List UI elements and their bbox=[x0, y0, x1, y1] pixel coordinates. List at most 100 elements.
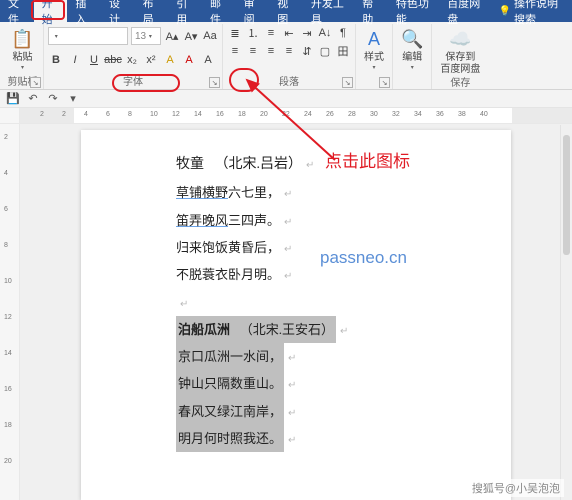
font-color-button[interactable]: A bbox=[181, 52, 197, 68]
ruler-tick: 22 bbox=[282, 111, 290, 118]
ruler-tick: 18 bbox=[238, 111, 246, 118]
bullets-button[interactable]: ≣ bbox=[227, 25, 243, 41]
poem2-line3: 春风又绿江南岸，↵ bbox=[176, 398, 471, 425]
vruler-tick: 12 bbox=[4, 314, 12, 321]
ribbon: 📋 粘贴 ▾ 剪贴板 ↘ ▾ 13 ▾ A▴ A▾ Aa bbox=[0, 22, 572, 90]
numbering-button[interactable]: ⒈ bbox=[245, 25, 261, 41]
ruler-tick: 10 bbox=[150, 111, 158, 118]
ruler-tick: 24 bbox=[304, 111, 312, 118]
ruler-tick: 12 bbox=[172, 111, 180, 118]
vruler-tick: 16 bbox=[4, 386, 12, 393]
ruler-tick: 8 bbox=[128, 111, 132, 118]
paste-button[interactable]: 📋 粘贴 ▾ bbox=[7, 25, 37, 73]
tab-references[interactable]: 引用 bbox=[168, 0, 202, 22]
underline-button[interactable]: U bbox=[86, 52, 102, 68]
tab-special[interactable]: 特色功能 bbox=[388, 0, 439, 22]
tab-dev[interactable]: 开发工具 bbox=[303, 0, 354, 22]
line-spacing-button[interactable]: ⇵ bbox=[299, 43, 315, 59]
ruler-tick: 36 bbox=[436, 111, 444, 118]
page-area: 牧童 （北宋.吕岩）↵ 草铺横野六七里，↵ 笛弄晚风三四声。↵ 归来饱饭黄昏后，… bbox=[20, 124, 572, 500]
poem1-line2: 笛弄晚风三四声。↵ bbox=[176, 207, 471, 234]
save-icon[interactable]: 💾 bbox=[6, 92, 20, 105]
multilevel-button[interactable]: ≡ bbox=[263, 25, 279, 41]
tab-view[interactable]: 视图 bbox=[269, 0, 303, 22]
group-font-label: 字体 bbox=[48, 75, 218, 89]
poem1-line3: 归来饱饭黄昏后，↵ bbox=[176, 234, 471, 261]
grow-font-icon[interactable]: A▴ bbox=[164, 28, 180, 44]
vruler-tick: 4 bbox=[4, 170, 8, 177]
show-marks-button[interactable]: ¶ bbox=[335, 25, 351, 41]
ruler-tick: 6 bbox=[106, 111, 110, 118]
document-page[interactable]: 牧童 （北宋.吕岩）↵ 草铺横野六七里，↵ 笛弄晚风三四声。↵ 归来饱饭黄昏后，… bbox=[81, 130, 511, 500]
italic-button[interactable]: I bbox=[67, 52, 83, 68]
align-center-button[interactable]: ≡ bbox=[245, 43, 261, 59]
highlight-button[interactable]: A bbox=[162, 52, 178, 68]
change-case-icon[interactable]: Aa bbox=[202, 28, 218, 44]
horizontal-ruler[interactable]: 2246810121416182022242628303234363840 bbox=[20, 108, 572, 123]
vruler-tick: 10 bbox=[4, 278, 12, 285]
align-left-button[interactable]: ≡ bbox=[227, 43, 243, 59]
tab-review[interactable]: 审阅 bbox=[236, 0, 270, 22]
tell-me-search[interactable]: 💡 操作说明搜索 bbox=[491, 0, 572, 27]
styles-label: 样式 bbox=[364, 52, 384, 63]
styles-launcher-icon[interactable]: ↘ bbox=[379, 77, 390, 88]
tab-layout[interactable]: 布局 bbox=[135, 0, 169, 22]
chevron-down-icon: ▾ bbox=[372, 64, 375, 71]
tab-help[interactable]: 帮助 bbox=[354, 0, 388, 22]
tab-design[interactable]: 设计 bbox=[101, 0, 135, 22]
clipboard-launcher-icon[interactable]: ↘ bbox=[30, 77, 41, 88]
shrink-font-icon[interactable]: A▾ bbox=[183, 28, 199, 44]
tab-file[interactable]: 文件 bbox=[0, 0, 34, 22]
tab-home[interactable]: 开始 bbox=[34, 0, 68, 22]
bulb-icon: 💡 bbox=[499, 6, 511, 17]
group-styles: A 样式 ▾ ↘ bbox=[356, 24, 393, 89]
ruler-tick: 38 bbox=[458, 111, 466, 118]
vertical-ruler[interactable]: 2468101214161820 bbox=[0, 124, 20, 500]
ruler-tick: 40 bbox=[480, 111, 488, 118]
sort-button[interactable]: A↓ bbox=[317, 25, 333, 41]
paragraph-launcher-icon[interactable]: ↘ bbox=[342, 77, 353, 88]
indent-inc-button[interactable]: ⇥ bbox=[299, 25, 315, 41]
undo-icon[interactable]: ↶ bbox=[26, 92, 40, 105]
strike-button[interactable]: abc bbox=[105, 52, 121, 68]
align-justify-button[interactable]: ≡ bbox=[281, 43, 297, 59]
save-netdisk-button[interactable]: ☁️ 保存到 百度网盘 bbox=[436, 25, 484, 77]
chevron-down-icon: ▾ bbox=[411, 64, 414, 71]
superscript-button[interactable]: x² bbox=[143, 52, 159, 68]
edit-button[interactable]: 🔍 编辑 ▾ bbox=[397, 25, 427, 73]
quick-access-toolbar: 💾 ↶ ↷ ▾ bbox=[0, 90, 572, 108]
vruler-tick: 18 bbox=[4, 422, 12, 429]
font-launcher-icon[interactable]: ↘ bbox=[209, 77, 220, 88]
ruler-tick: 4 bbox=[84, 111, 88, 118]
font-size-combo[interactable]: 13 ▾ bbox=[131, 27, 161, 45]
paste-label: 粘贴 bbox=[12, 52, 32, 63]
ribbon-tabs: 文件 开始 插入 设计 布局 引用 邮件 审阅 视图 开发工具 帮助 特色功能 … bbox=[0, 0, 572, 22]
redo-icon[interactable]: ↷ bbox=[46, 92, 60, 105]
tab-insert[interactable]: 插入 bbox=[67, 0, 101, 22]
font-name-combo[interactable]: ▾ bbox=[48, 27, 128, 45]
tab-netdisk[interactable]: 百度网盘 bbox=[439, 0, 490, 22]
group-save-label: 保存 bbox=[436, 77, 484, 90]
poem2-line2: 钟山只隔数重山。↵ bbox=[176, 370, 471, 397]
subscript-button[interactable]: x₂ bbox=[124, 52, 140, 68]
vruler-tick: 8 bbox=[4, 242, 8, 249]
indent-dec-button[interactable]: ⇤ bbox=[281, 25, 297, 41]
vertical-scrollbar[interactable] bbox=[560, 125, 572, 500]
styles-button[interactable]: A 样式 ▾ bbox=[360, 25, 388, 73]
blank-line: ↵ bbox=[176, 289, 471, 316]
group-paragraph: ≣ ⒈ ≡ ⇤ ⇥ A↓ ¶ ≡ ≡ ≡ ≡ ⇵ ▢ 田 bbox=[223, 24, 356, 89]
border-button[interactable]: 田 bbox=[335, 43, 351, 59]
edit-label: 编辑 bbox=[402, 52, 422, 63]
scrollbar-thumb[interactable] bbox=[563, 135, 570, 255]
align-right-button[interactable]: ≡ bbox=[263, 43, 279, 59]
ruler-tick: 2 bbox=[40, 111, 44, 118]
bold-button[interactable]: B bbox=[48, 52, 64, 68]
ruler-tick: 20 bbox=[260, 111, 268, 118]
poem1-line1: 草铺横野六七里，↵ bbox=[176, 179, 471, 206]
tab-mail[interactable]: 邮件 bbox=[202, 0, 236, 22]
shading-button[interactable]: ▢ bbox=[317, 43, 333, 59]
text-effects-button[interactable]: A bbox=[200, 52, 216, 68]
tell-me-label: 操作说明搜索 bbox=[514, 0, 564, 27]
qat-dropdown-icon[interactable]: ▾ bbox=[66, 92, 80, 105]
find-icon: 🔍 bbox=[401, 27, 423, 51]
